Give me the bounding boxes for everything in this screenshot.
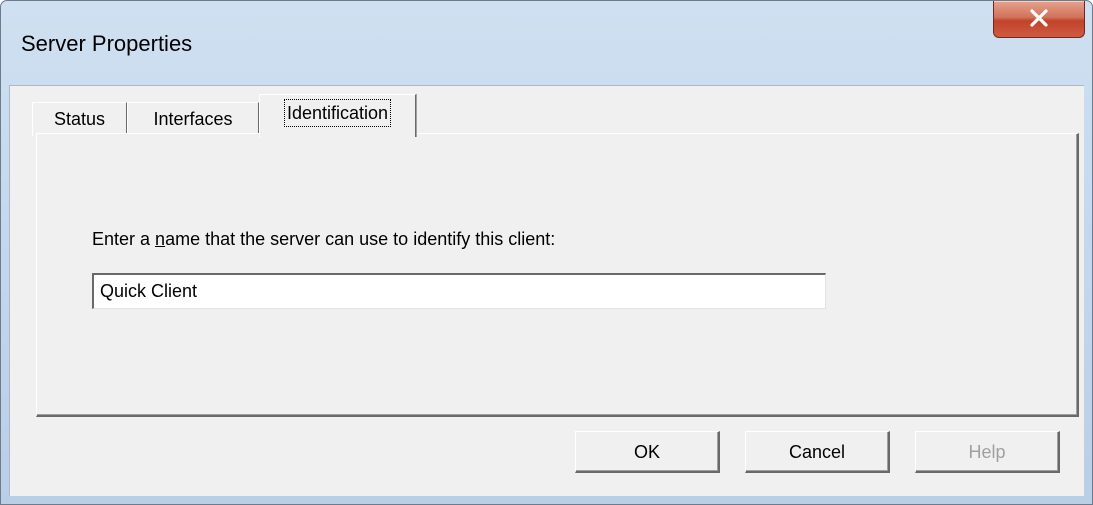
close-icon [1030,9,1048,27]
tab-interfaces[interactable]: Interfaces [127,102,259,136]
tab-label: Status [53,109,106,129]
mnemonic-n: n [155,229,166,249]
client-name-input[interactable] [92,273,826,309]
close-button[interactable] [993,1,1085,38]
window-title: Server Properties [21,31,193,56]
client-name-label: Enter a name that the server can use to … [92,229,556,249]
tab-identification[interactable]: Identification [259,94,416,137]
server-properties-dialog: Server Properties Status Interfaces Iden… [0,0,1093,505]
cancel-button[interactable]: Cancel [745,431,890,473]
help-button[interactable]: Help [915,431,1060,473]
dialog-body: Status Interfaces Identification Enter a… [9,85,1084,496]
tab-label: Interfaces [153,109,233,129]
tab-label: Identification [283,99,392,127]
title-bar[interactable]: Server Properties [1,1,1092,85]
tab-status[interactable]: Status [32,102,127,136]
ok-button[interactable]: OK [575,431,720,473]
identification-panel: Enter a name that the server can use to … [36,133,1079,417]
